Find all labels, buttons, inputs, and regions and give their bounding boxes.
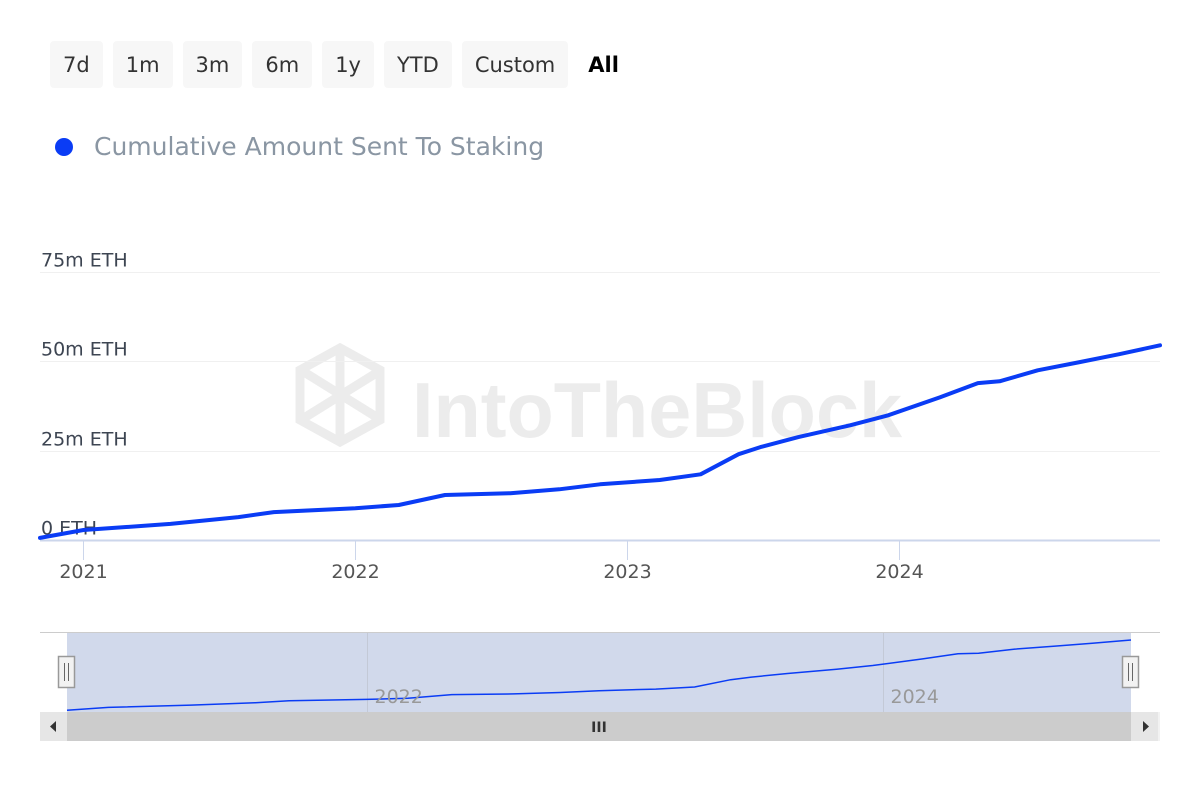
navigator-label: 2022 <box>375 686 423 708</box>
x-tick-label: 2021 <box>59 561 107 583</box>
y-axis: 0 ETH25m ETH50m ETH75m ETH <box>41 250 128 540</box>
navigator-left-handle[interactable] <box>57 655 76 689</box>
x-tick-label: 2022 <box>331 561 379 583</box>
y-tick-label: 75m ETH <box>41 250 128 272</box>
navigator[interactable]: 2022 2024 <box>40 632 1160 713</box>
scrollbar[interactable]: III <box>40 712 1160 741</box>
scrollbar-left-button[interactable] <box>40 712 67 741</box>
x-tick-label: 2023 <box>603 561 651 583</box>
navigator-right-handle[interactable] <box>1121 655 1140 689</box>
watermark-text: IntoTheBlock <box>412 366 903 454</box>
y-tick-label: 25m ETH <box>41 429 128 451</box>
x-tick-label: 2024 <box>875 561 923 583</box>
chart-canvas: IntoTheBlock 0 ETH25m ETH50m ETH75m ETH … <box>38 250 1162 741</box>
navigator-label: 2024 <box>891 686 939 708</box>
scrollbar-right-button[interactable] <box>1131 712 1158 741</box>
intotheblock-logo-icon <box>295 342 385 448</box>
y-tick-label: 50m ETH <box>41 339 128 361</box>
scrollbar-grip-icon[interactable]: III <box>591 720 607 736</box>
watermark: IntoTheBlock <box>295 342 903 454</box>
navigator-selected-range[interactable] <box>67 633 1131 712</box>
x-axis: 2021 2022 2023 2024 <box>40 539 1160 583</box>
